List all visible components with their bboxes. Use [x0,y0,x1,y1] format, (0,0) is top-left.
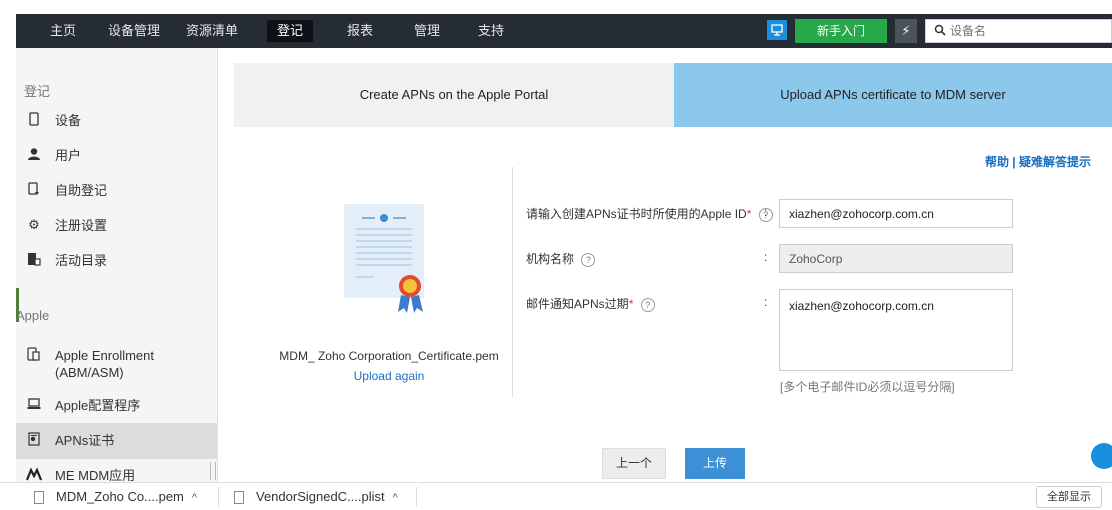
sidebar-item-label: 注册设置 [55,218,108,233]
step-create-apns[interactable]: Create APNs on the Apple Portal [234,63,674,127]
search-icon [934,24,946,39]
chevron-up-icon[interactable]: ^ [192,492,197,504]
nav-enrollment[interactable]: 登记 [267,20,314,42]
download-item[interactable]: VendorSignedC....plist ^ [234,483,398,510]
help-icon[interactable]: ? [640,297,655,312]
sidebar-item-apns-certificate[interactable]: APNs证书 [16,423,217,459]
required-mark: * [628,297,634,311]
laptop-icon [26,397,42,413]
main-nav: 主页 设备管理 资源清单 登记 报表 管理 支持 新手入门 ⚡ [16,14,1112,48]
directory-icon [26,252,42,268]
sidebar: 登记 设备 用户 自助登记 ⚙ 注册设置 活动目录 Apple Apple En… [16,48,218,482]
sidebar-item-active-directory[interactable]: 活动目录 [16,243,217,279]
sidebar-item-enrollment-settings[interactable]: ⚙ 注册设置 [16,208,217,244]
certificate-preview: MDM_ Zoho Corporation_Certificate.pem Up… [274,199,504,383]
download-filename: MDM_Zoho Co....pem [56,489,184,504]
sidebar-item-self-enroll[interactable]: 自助登记 [16,173,217,209]
email-notify-field[interactable]: xiazhen@zohocorp.com.cn [779,289,1013,371]
sidebar-section-apple: Apple [16,308,50,323]
sidebar-item-label: ME MDM应用 [55,468,136,482]
self-enroll-icon [26,182,42,198]
main-content: Create APNs on the Apple Portal Upload A… [234,63,1112,482]
nav-support[interactable]: 支持 [474,20,508,42]
chevron-up-icon[interactable]: ^ [393,492,398,504]
colon: : [764,205,768,219]
gear-icon: ⚙ [28,217,40,232]
upload-button[interactable]: 上传 [685,448,745,479]
certificate-icon [26,432,42,448]
screen-icon[interactable] [767,20,787,40]
sidebar-item-label-secondary: (ABM/ASM) [55,365,124,380]
getting-started-button[interactable]: 新手入门 [795,19,887,43]
email-notify-label: 邮件通知APNs过期* ? [526,295,655,312]
sidebar-item-label: 自助登记 [55,183,108,198]
certificate-filename: MDM_ Zoho Corporation_Certificate.pem [279,349,499,363]
apple-id-label-text: 请输入创建APNs证书时所使用的Apple ID [526,207,747,221]
chat-icon[interactable] [1091,443,1112,469]
organization-label: 机构名称 ? [526,250,596,267]
nav-home[interactable]: 主页 [46,20,80,42]
sidebar-item-label: 设备 [55,113,82,128]
divider [512,167,513,397]
app-icon [25,467,43,482]
previous-button[interactable]: 上一个 [602,448,666,479]
sidebar-item-apple-configurator[interactable]: Apple配置程序 [16,388,217,424]
sidebar-item-apple-enrollment[interactable]: Apple Enrollment (ABM/ASM) [16,338,217,382]
devices-icon [26,347,42,363]
required-mark: * [746,207,752,221]
sidebar-section-enroll: 登记 [24,84,51,99]
link-separator: | [1008,155,1019,169]
divider [218,487,219,507]
top-bar: 主页 设备管理 资源清单 登记 报表 管理 支持 新手入门 ⚡ [0,0,1112,48]
divider [416,487,417,507]
nav-inventory[interactable]: 资源清单 [182,20,242,42]
sidebar-item-label: Apple Enrollment [55,348,154,363]
sidebar-resize-handle[interactable] [210,462,216,480]
sidebar-item-label: 用户 [55,148,82,163]
sidebar-item-label: 活动目录 [55,253,108,268]
nav-admin[interactable]: 管理 [410,20,444,42]
organization-label-text: 机构名称 [526,252,575,266]
sidebar-item-label: Apple配置程序 [55,398,141,413]
bolt-icon[interactable]: ⚡ [895,19,917,43]
file-icon [34,491,44,505]
email-hint: [多个电子邮件ID必须以逗号分隔] [780,380,955,394]
nav-device-management[interactable]: 设备管理 [104,20,164,42]
sidebar-item-me-mdm-app[interactable]: ME MDM应用 [16,458,217,482]
help-links: 帮助 | 疑难解答提示 [985,153,1091,170]
apple-id-label: 请输入创建APNs证书时所使用的Apple ID* ? [526,205,773,222]
help-icon[interactable]: ? [581,252,596,267]
apple-id-field[interactable] [779,199,1013,228]
email-notify-label-text: 邮件通知APNs过期 [526,297,629,311]
certificate-illustration [344,204,424,313]
colon: : [764,250,768,264]
show-all-button[interactable]: 全部显示 [1036,486,1102,508]
troubleshoot-link[interactable]: 疑难解答提示 [1019,155,1091,169]
organization-field [779,244,1013,273]
user-icon [26,147,42,163]
download-item[interactable]: MDM_Zoho Co....pem ^ [34,483,197,510]
phone-icon [26,112,42,128]
sidebar-item-devices[interactable]: 设备 [16,103,217,139]
search-box[interactable] [925,19,1112,43]
nav-reports[interactable]: 报表 [343,20,377,42]
sidebar-item-users[interactable]: 用户 [16,138,217,174]
step-upload-certificate[interactable]: Upload APNs certificate to MDM server [674,63,1112,127]
download-filename: VendorSignedC....plist [256,489,385,504]
colon: : [764,295,768,309]
downloads-bar: MDM_Zoho Co....pem ^ VendorSignedC....pli… [0,482,1112,510]
upload-again-link[interactable]: Upload again [274,369,504,383]
search-input[interactable] [950,23,1100,39]
help-link[interactable]: 帮助 [985,155,1009,169]
sidebar-item-label: APNs证书 [55,433,115,448]
file-icon [234,491,244,505]
step-tabs: Create APNs on the Apple Portal Upload A… [234,63,1112,127]
